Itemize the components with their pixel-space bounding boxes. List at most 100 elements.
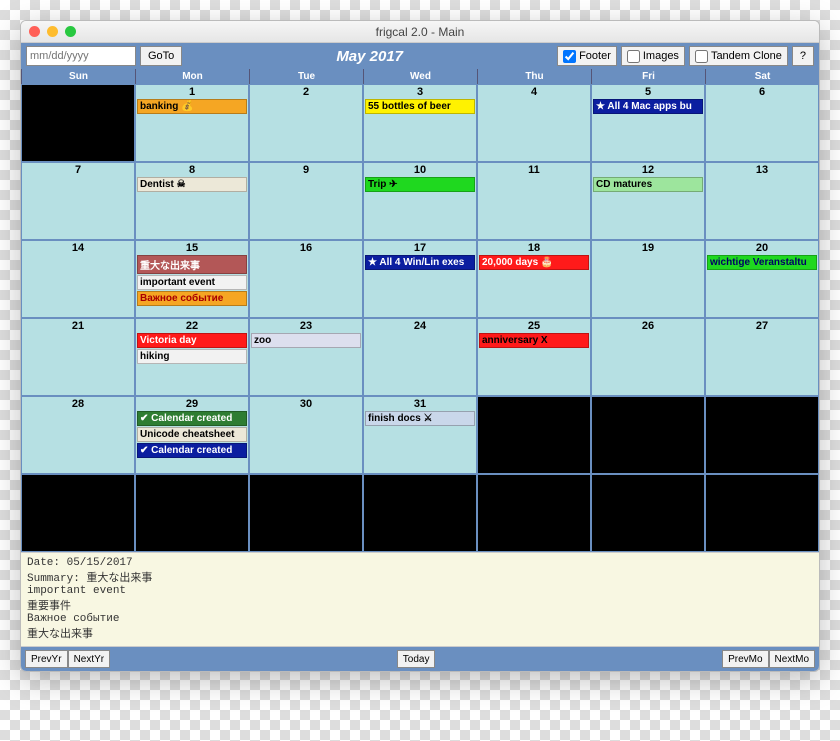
footer-toggle-label: Footer bbox=[579, 50, 611, 62]
event-chip[interactable]: CD matures bbox=[593, 177, 703, 192]
footer-checkbox[interactable] bbox=[563, 50, 576, 63]
dow-label: Fri bbox=[591, 69, 705, 84]
day-cell[interactable]: 25anniversary X bbox=[477, 318, 591, 396]
event-chip[interactable]: hiking bbox=[137, 349, 247, 364]
next-year-button[interactable]: NextYr bbox=[68, 650, 111, 668]
event-chip[interactable]: ★ All 4 Mac apps bu bbox=[593, 99, 703, 114]
tandem-toggle-label: Tandem Clone bbox=[711, 50, 782, 62]
prev-year-button[interactable]: PrevYr bbox=[25, 650, 68, 668]
day-cell[interactable]: 2 bbox=[249, 84, 363, 162]
day-cell[interactable]: 13 bbox=[705, 162, 819, 240]
day-cell bbox=[477, 396, 591, 474]
day-cell[interactable]: 30 bbox=[249, 396, 363, 474]
close-icon[interactable] bbox=[29, 26, 40, 37]
day-cell[interactable]: 5★ All 4 Mac apps bu bbox=[591, 84, 705, 162]
day-cell bbox=[21, 474, 135, 552]
day-cell[interactable]: 7 bbox=[21, 162, 135, 240]
images-toggle-label: Images bbox=[643, 50, 679, 62]
day-cell[interactable]: 8Dentist ☠ bbox=[135, 162, 249, 240]
event-chip[interactable]: zoo bbox=[251, 333, 361, 348]
event-chip[interactable]: banking 💰 bbox=[137, 99, 247, 114]
day-cell[interactable]: 9 bbox=[249, 162, 363, 240]
images-checkbox[interactable] bbox=[627, 50, 640, 63]
day-cell[interactable]: 4 bbox=[477, 84, 591, 162]
event-chip[interactable]: Trip ✈ bbox=[365, 177, 475, 192]
day-cell[interactable]: 17★ All 4 Win/Lin exes bbox=[363, 240, 477, 318]
day-cell[interactable]: 29✔ Calendar createdUnicode cheatsheet✔ … bbox=[135, 396, 249, 474]
bottom-bar: PrevYr NextYr Today PrevMo NextMo bbox=[21, 647, 819, 671]
day-cell[interactable]: 11 bbox=[477, 162, 591, 240]
window-title: frigcal 2.0 - Main bbox=[21, 25, 819, 39]
day-number: 2 bbox=[250, 85, 362, 99]
day-cell[interactable]: 10Trip ✈ bbox=[363, 162, 477, 240]
event-chip[interactable]: ★ All 4 Win/Lin exes bbox=[365, 255, 475, 270]
day-number: 14 bbox=[22, 241, 134, 255]
window-controls bbox=[29, 26, 76, 37]
day-cell[interactable]: 15重大な出来事important eventВажное событие bbox=[135, 240, 249, 318]
day-cell[interactable]: 1820,000 days 🎂 bbox=[477, 240, 591, 318]
day-cell[interactable]: 19 bbox=[591, 240, 705, 318]
day-cell[interactable]: 21 bbox=[21, 318, 135, 396]
event-chip[interactable]: important event bbox=[137, 275, 247, 290]
calendar-grid: 1banking 💰2355 bottles of beer45★ All 4 … bbox=[21, 84, 819, 552]
next-month-button[interactable]: NextMo bbox=[769, 650, 815, 668]
prev-month-button[interactable]: PrevMo bbox=[722, 650, 768, 668]
day-cell[interactable]: 31finish docs ⚔ bbox=[363, 396, 477, 474]
day-cell[interactable]: 1banking 💰 bbox=[135, 84, 249, 162]
day-cell[interactable]: 24 bbox=[363, 318, 477, 396]
event-chip[interactable]: 重大な出来事 bbox=[137, 255, 247, 274]
day-number: 4 bbox=[478, 85, 590, 99]
event-chip[interactable]: ✔ Calendar created bbox=[137, 443, 247, 458]
zoom-icon[interactable] bbox=[65, 26, 76, 37]
minimize-icon[interactable] bbox=[47, 26, 58, 37]
day-number: 17 bbox=[364, 241, 476, 255]
day-number: 31 bbox=[364, 397, 476, 411]
dow-label: Thu bbox=[477, 69, 591, 84]
day-cell bbox=[591, 474, 705, 552]
event-chip[interactable]: Dentist ☠ bbox=[137, 177, 247, 192]
event-chip[interactable]: 55 bottles of beer bbox=[365, 99, 475, 114]
day-cell[interactable]: 14 bbox=[21, 240, 135, 318]
day-cell[interactable]: 28 bbox=[21, 396, 135, 474]
day-cell[interactable]: 22Victoria dayhiking bbox=[135, 318, 249, 396]
day-cell[interactable]: 23zoo bbox=[249, 318, 363, 396]
day-number: 3 bbox=[364, 85, 476, 99]
day-number: 15 bbox=[136, 241, 248, 255]
event-chip[interactable]: Victoria day bbox=[137, 333, 247, 348]
event-chip[interactable]: finish docs ⚔ bbox=[365, 411, 475, 426]
day-cell[interactable]: 12CD matures bbox=[591, 162, 705, 240]
footer-toggle[interactable]: Footer bbox=[557, 46, 617, 66]
event-chip[interactable]: anniversary X bbox=[479, 333, 589, 348]
day-cell bbox=[705, 474, 819, 552]
day-cell[interactable]: 355 bottles of beer bbox=[363, 84, 477, 162]
day-number: 11 bbox=[478, 163, 590, 177]
dow-label: Wed bbox=[363, 69, 477, 84]
day-number: 20 bbox=[706, 241, 818, 255]
day-of-week-header: SunMonTueWedThuFriSat bbox=[21, 69, 819, 84]
images-toggle[interactable]: Images bbox=[621, 46, 685, 66]
footer-details[interactable]: Date: 05/15/2017 Summary: 重大な出来事 importa… bbox=[21, 552, 819, 647]
app-window: frigcal 2.0 - Main GoTo May 2017 Footer … bbox=[20, 20, 820, 672]
today-button[interactable]: Today bbox=[397, 650, 436, 668]
day-cell[interactable]: 6 bbox=[705, 84, 819, 162]
day-number: 13 bbox=[706, 163, 818, 177]
tandem-toggle[interactable]: Tandem Clone bbox=[689, 46, 788, 66]
event-chip[interactable]: Unicode cheatsheet bbox=[137, 427, 247, 442]
day-number: 9 bbox=[250, 163, 362, 177]
date-input[interactable] bbox=[26, 46, 136, 66]
event-chip[interactable]: ✔ Calendar created bbox=[137, 411, 247, 426]
titlebar: frigcal 2.0 - Main bbox=[21, 21, 819, 43]
day-number: 16 bbox=[250, 241, 362, 255]
day-number: 19 bbox=[592, 241, 704, 255]
event-chip[interactable]: Важное событие bbox=[137, 291, 247, 306]
day-number: 12 bbox=[592, 163, 704, 177]
help-button[interactable]: ? bbox=[792, 46, 814, 66]
event-chip[interactable]: 20,000 days 🎂 bbox=[479, 255, 589, 270]
day-cell[interactable]: 20wichtige Veranstaltu bbox=[705, 240, 819, 318]
tandem-checkbox[interactable] bbox=[695, 50, 708, 63]
day-cell[interactable]: 16 bbox=[249, 240, 363, 318]
goto-button[interactable]: GoTo bbox=[140, 46, 182, 66]
event-chip[interactable]: wichtige Veranstaltu bbox=[707, 255, 817, 270]
day-cell[interactable]: 27 bbox=[705, 318, 819, 396]
day-cell[interactable]: 26 bbox=[591, 318, 705, 396]
